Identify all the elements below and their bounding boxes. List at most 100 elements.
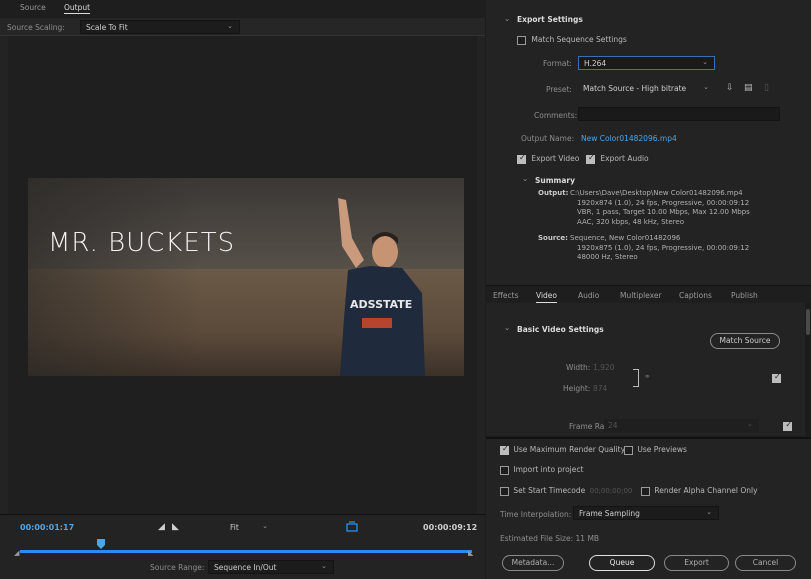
- video-settings-panel: ⌄ Basic Video Settings Match Source Widt…: [486, 303, 811, 436]
- start-timecode-value[interactable]: 00;00;00;00: [590, 487, 633, 495]
- width-value[interactable]: 1,920: [593, 363, 614, 372]
- chevron-down-icon: ⌄: [227, 22, 233, 30]
- chevron-down-icon: ⌄: [702, 58, 708, 66]
- height-value[interactable]: 874: [593, 384, 607, 393]
- preset-dropdown[interactable]: Match Source - High bitrate ⌄: [578, 82, 715, 96]
- width-label: Width:: [566, 363, 591, 372]
- summary-line: 1920x875 (1.0), 24 fps, Progressive, 00:…: [577, 243, 750, 252]
- checkbox[interactable]: [641, 486, 650, 496]
- height-label: Height:: [563, 384, 591, 393]
- export-button[interactable]: Export: [664, 555, 729, 571]
- tab-multiplexer[interactable]: Multiplexer: [620, 291, 662, 300]
- checkbox[interactable]: [624, 445, 633, 455]
- cancel-button[interactable]: Cancel: [735, 555, 796, 571]
- summary-line: VBR, 1 pass, Target 10.00 Mbps, Max 12.0…: [577, 208, 750, 216]
- timecode-current[interactable]: 00:00:01:17: [20, 523, 74, 532]
- source-scaling-bar: Source Scaling: Scale To Fit ⌄: [0, 18, 485, 36]
- comments-label: Comments:: [534, 111, 578, 120]
- collapse-icon[interactable]: ⌄: [504, 14, 510, 23]
- summary-source-key: Source:: [538, 234, 568, 242]
- chevron-down-icon: ⌄: [321, 562, 327, 570]
- save-preset-icon[interactable]: ⇩: [726, 83, 734, 93]
- match-sequence-checkbox[interactable]: Match Sequence Settings: [517, 35, 627, 45]
- source-scaling-label: Source Scaling:: [7, 23, 65, 32]
- mark-out-icon[interactable]: ◣: [172, 522, 179, 532]
- tab-effects[interactable]: Effects: [493, 291, 519, 300]
- link-bracket: [633, 369, 639, 387]
- mark-in-icon[interactable]: ◢: [158, 522, 165, 532]
- export-settings-title: Export Settings: [517, 15, 583, 24]
- render-alpha-checkbox[interactable]: Render Alpha Channel Only: [641, 486, 758, 496]
- video-title-overlay: MR. BUCKETS: [48, 228, 236, 258]
- source-scaling-dropdown[interactable]: Scale To Fit ⌄: [80, 20, 240, 34]
- frame-rate-dropdown[interactable]: 24 ⌄: [604, 419, 759, 432]
- format-label: Format:: [543, 59, 572, 68]
- checkbox[interactable]: [500, 486, 509, 496]
- summary-source: Source:: [538, 234, 568, 244]
- summary-line: AAC, 320 kbps, 48 kHz, Stereo: [577, 217, 684, 226]
- zoom-value: Fit: [230, 523, 239, 532]
- checkbox[interactable]: [500, 444, 509, 455]
- chevron-down-icon: ⌄: [706, 508, 712, 516]
- file-size-value: 11 MB: [575, 534, 600, 543]
- jersey-text: ADSSTATE: [350, 298, 412, 311]
- tab-source[interactable]: Source: [20, 3, 46, 12]
- summary-source-lines: Sequence, New Color01482096 1920x875 (1.…: [570, 234, 749, 263]
- checkbox[interactable]: [586, 153, 595, 164]
- size-override-checkbox[interactable]: [772, 372, 781, 383]
- frame-rate-override-checkbox[interactable]: [783, 420, 793, 431]
- format-dropdown[interactable]: H.264 ⌄: [578, 56, 715, 70]
- zoom-dropdown[interactable]: Fit ⌄: [225, 521, 270, 535]
- match-source-button[interactable]: Match Source: [710, 333, 780, 349]
- tab-audio[interactable]: Audio: [578, 291, 599, 300]
- import-preset-icon[interactable]: ▤: [744, 83, 753, 93]
- source-scaling-value: Scale To Fit: [86, 23, 128, 32]
- file-size-label: Estimated File Size:: [500, 534, 574, 543]
- source-range-bar: Source Range: Sequence In/Out ⌄: [0, 556, 485, 579]
- collapse-icon[interactable]: ⌄: [522, 174, 528, 183]
- chain-link-icon[interactable]: ⚭: [644, 372, 651, 381]
- summary-output: Output:: [538, 189, 568, 199]
- preset-label: Preset:: [546, 85, 572, 94]
- output-name-label: Output Name:: [521, 134, 575, 143]
- video-frame: ADSSTATE MR. BUCKETS: [28, 178, 464, 376]
- playhead-handle[interactable]: [97, 539, 106, 551]
- summary-line: Sequence, New Color01482096: [570, 234, 681, 242]
- tab-video[interactable]: Video: [536, 291, 558, 303]
- start-timecode-label: Set Start Timecode: [513, 486, 586, 495]
- metadata-button[interactable]: Metadata...: [502, 555, 564, 571]
- settings-scrollbar[interactable]: [805, 303, 811, 436]
- export-settings-panel: ⌄ Export Settings Match Sequence Setting…: [486, 0, 811, 285]
- checkbox[interactable]: [517, 153, 526, 164]
- basic-video-settings-title: Basic Video Settings: [517, 325, 604, 334]
- import-project-checkbox[interactable]: Import into project: [500, 465, 583, 475]
- summary-line: C:\Users\Dave\Desktop\New Color01482096.…: [570, 189, 743, 197]
- checkbox[interactable]: [500, 465, 509, 475]
- checkbox[interactable]: [517, 35, 526, 45]
- delete-preset-icon[interactable]: ▯: [764, 83, 769, 93]
- export-audio-checkbox[interactable]: Export Audio: [586, 153, 649, 164]
- comments-input[interactable]: [578, 107, 780, 121]
- tab-output[interactable]: Output: [64, 3, 91, 14]
- source-range-value: Sequence In/Out: [214, 563, 277, 572]
- export-options-panel: Use Maximum Render Quality Use Previews …: [486, 437, 811, 579]
- output-name-link[interactable]: New Color01482096.mp4: [581, 134, 677, 143]
- time-interpolation-label: Time Interpolation:: [500, 510, 572, 519]
- summary-line: 1920x874 (1.0), 24 fps, Progressive, 00:…: [577, 198, 750, 207]
- chevron-down-icon: ⌄: [703, 83, 709, 91]
- time-interpolation-dropdown[interactable]: Frame Sampling ⌄: [573, 506, 719, 520]
- start-timecode-checkbox[interactable]: Set Start Timecode 00;00;00;00: [500, 486, 632, 496]
- player-figure: ADSSTATE: [338, 198, 425, 376]
- import-project-label: Import into project: [513, 465, 584, 474]
- tab-publish[interactable]: Publish: [731, 291, 758, 300]
- source-range-dropdown[interactable]: Sequence In/Out ⌄: [208, 560, 334, 574]
- use-previews-checkbox[interactable]: Use Previews: [624, 445, 687, 455]
- export-video-checkbox[interactable]: Export Video: [517, 153, 579, 164]
- export-audio-label: Export Audio: [600, 154, 649, 163]
- collapse-icon[interactable]: ⌄: [504, 323, 510, 332]
- summary-output-key: Output:: [538, 189, 569, 197]
- tab-captions[interactable]: Captions: [679, 291, 712, 300]
- fit-frame-icon[interactable]: [346, 521, 358, 533]
- max-render-checkbox[interactable]: Use Maximum Render Quality: [500, 444, 625, 455]
- queue-button[interactable]: Queue: [589, 555, 655, 571]
